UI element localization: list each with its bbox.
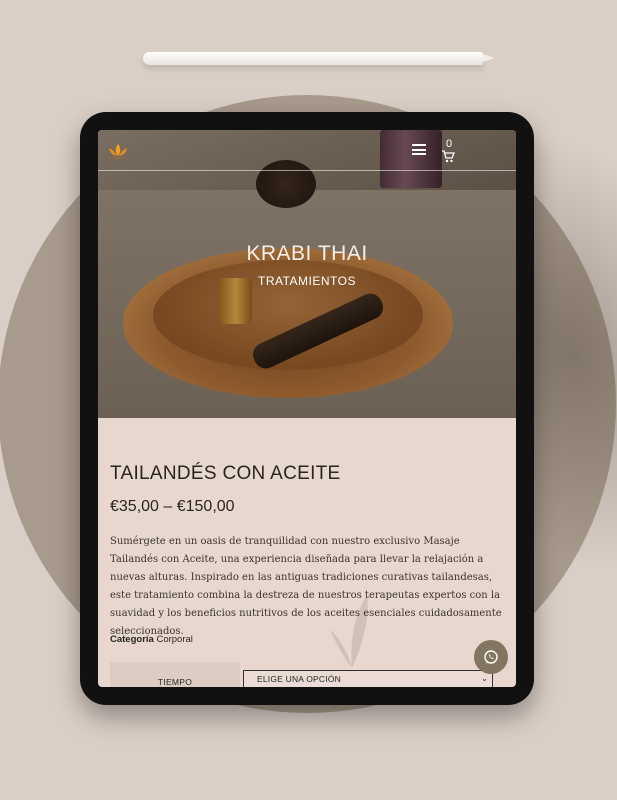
hamburger-menu-icon[interactable] — [412, 144, 426, 155]
variation-label: TIEMPO — [157, 677, 193, 687]
header-divider — [98, 170, 516, 171]
hero-title: KRABI THAI — [246, 242, 368, 265]
hero-banner: 0 KRABI THAI TRATAMIENTOS — [98, 130, 516, 418]
tiempo-select[interactable]: ELIGE UNA OPCIÓN ⌄ — [243, 670, 493, 687]
category-link[interactable]: Corporal — [156, 634, 192, 645]
variation-row: TIEMPO ELIGE UNA OPCIÓN ⌄ — [110, 662, 504, 687]
product-title: TAILANDÉS CON ACEITE — [110, 463, 341, 484]
whatsapp-button[interactable] — [474, 640, 508, 674]
hero-subtitle: TRATAMIENTOS — [257, 274, 356, 288]
chevron-down-icon: ⌄ — [481, 674, 488, 683]
product-description: Sumérgete en un oasis de tranquilidad co… — [110, 536, 502, 637]
stylus-pencil — [143, 52, 495, 65]
product-category: Categoría Corporal — [110, 634, 193, 645]
lotus-logo-icon[interactable] — [106, 142, 130, 160]
tablet-screen: 0 KRABI THAI TRATAMIENTOS TAILANDÉS CON … — [98, 130, 516, 687]
cart-icon[interactable]: 0 — [441, 138, 459, 166]
cart-count: 0 — [446, 138, 453, 150]
whatsapp-icon — [484, 650, 498, 664]
variation-label-cell: TIEMPO — [110, 662, 240, 687]
category-label: Categoría — [110, 634, 154, 645]
select-value: ELIGE UNA OPCIÓN — [257, 674, 341, 684]
product-price: €35,00 – €150,00 — [110, 498, 235, 515]
tablet-frame: 0 KRABI THAI TRATAMIENTOS TAILANDÉS CON … — [80, 112, 534, 705]
